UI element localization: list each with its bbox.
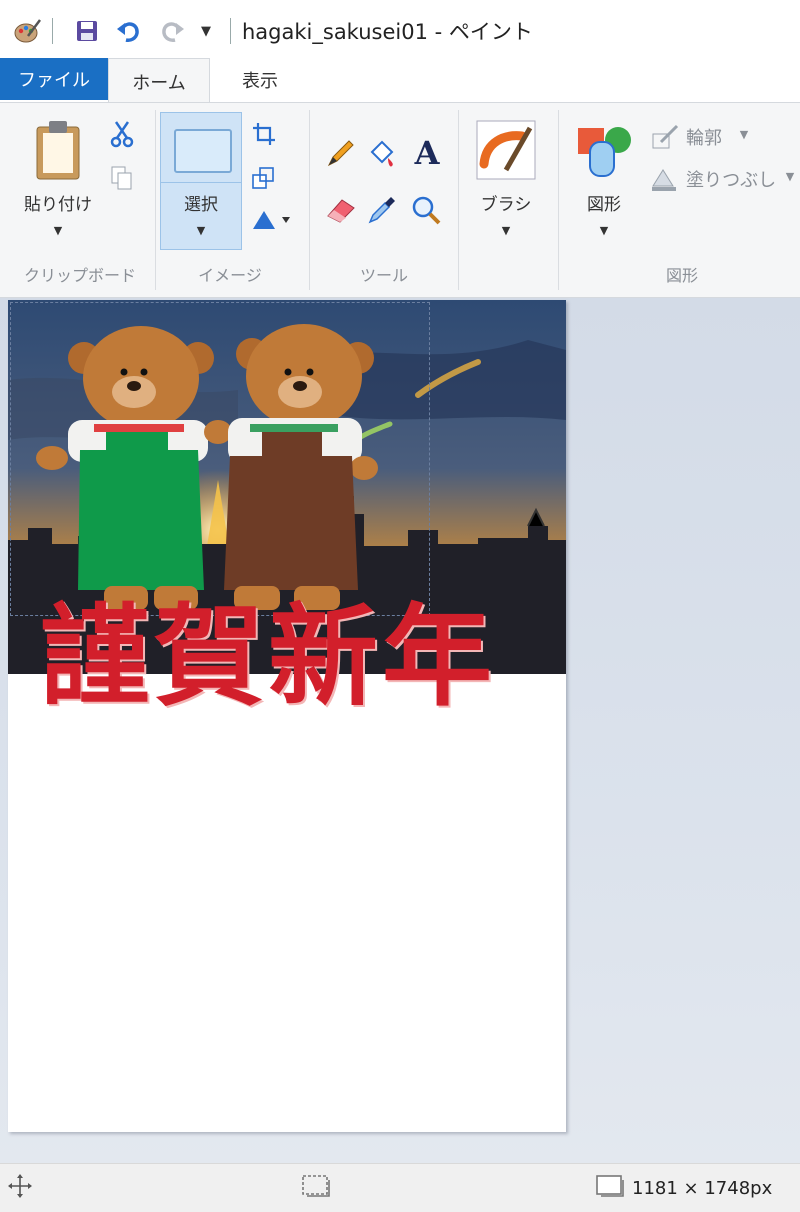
fill-icon[interactable] [648, 164, 682, 194]
selection-marquee[interactable] [10, 302, 430, 616]
fill-dropdown-icon[interactable]: ▼ [782, 170, 798, 183]
tab-file[interactable]: ファイル [0, 58, 108, 100]
pencil-icon[interactable] [320, 136, 360, 172]
paste-dropdown-icon[interactable]: ▼ [48, 224, 68, 237]
redo-icon[interactable] [156, 14, 188, 48]
magnifier-icon[interactable] [406, 190, 446, 230]
canvas-size-icon [594, 1172, 626, 1200]
greeting-text: 謹賀新年 [40, 592, 496, 721]
shapes-button[interactable] [572, 120, 634, 182]
select-rectangle-icon [174, 129, 232, 173]
canvas-dimensions: 1181 × 1748px [632, 1178, 773, 1199]
save-icon[interactable] [72, 14, 102, 48]
paste-button[interactable] [28, 116, 88, 184]
outline-dropdown-icon[interactable]: ▼ [736, 128, 752, 141]
outline-label[interactable]: 輪郭 [686, 124, 722, 150]
copy-icon[interactable] [106, 162, 138, 194]
crop-icon[interactable] [248, 118, 280, 150]
resize-icon[interactable] [248, 162, 280, 194]
select-label[interactable]: 選択 [160, 190, 242, 215]
tab-home[interactable]: ホーム [108, 58, 210, 104]
brush-label[interactable]: ブラシ [466, 190, 546, 215]
drawing-canvas[interactable]: 謹賀新年 [8, 300, 566, 1132]
brush-button[interactable] [474, 118, 538, 182]
color-picker-icon[interactable] [362, 190, 402, 230]
divider [155, 110, 156, 290]
outline-icon[interactable] [648, 122, 682, 152]
undo-icon[interactable] [113, 14, 145, 48]
image-group-label: イメージ [198, 266, 262, 285]
divider [458, 110, 459, 290]
text-tool-icon[interactable]: A [406, 132, 448, 174]
window-title: hagaki_sakusei01 - ペイント [242, 20, 533, 44]
customize-dropdown-icon[interactable]: ▼ [194, 14, 218, 48]
paste-label[interactable]: 貼り付け [12, 190, 104, 215]
tab-view[interactable]: 表示 [215, 58, 305, 102]
shapes-label[interactable]: 図形 [566, 190, 642, 215]
tools-group-label: ツール [359, 266, 408, 285]
shapes-dropdown-icon[interactable]: ▼ [594, 224, 614, 237]
fill-bucket-icon[interactable] [362, 134, 402, 174]
brush-dropdown-icon[interactable]: ▼ [496, 224, 516, 237]
divider [160, 182, 242, 183]
clipboard-group-label: クリップボード [23, 266, 136, 285]
divider [558, 110, 559, 290]
paint-app-icon[interactable] [10, 14, 44, 48]
cut-icon[interactable] [106, 118, 138, 150]
cursor-position-icon [6, 1172, 34, 1200]
selection-size-icon [300, 1172, 332, 1200]
select-dropdown-icon[interactable]: ▼ [191, 224, 211, 237]
rotate-icon[interactable] [246, 204, 294, 234]
divider [52, 18, 53, 44]
shapes-group-label: 図形 [665, 266, 698, 285]
eraser-icon[interactable] [320, 190, 360, 230]
divider [309, 110, 310, 290]
brush-icon [476, 120, 536, 180]
shapes-icon [578, 127, 631, 177]
fill-label[interactable]: 塗りつぶし [686, 166, 776, 192]
clipboard-icon [36, 121, 80, 180]
divider [230, 18, 231, 44]
